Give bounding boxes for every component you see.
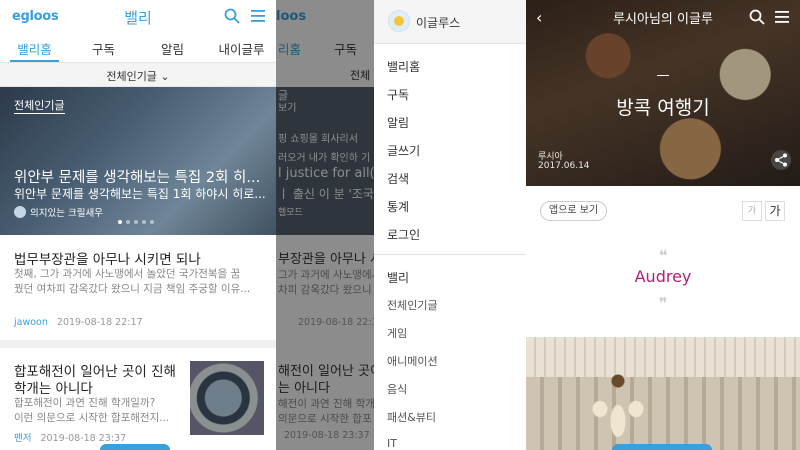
post-excerpt: 합포해전이 과연 진해 학개일까?: [14, 397, 156, 409]
quote-open-icon: ❝: [658, 246, 668, 265]
post-excerpt: 이런 의문으로 시작한 합포해전지...: [14, 412, 170, 424]
post-date: 2017.06.14: [538, 161, 590, 171]
post-photo[interactable]: [526, 337, 800, 450]
hero-subtitle[interactable]: 위안부 문제를 생각해보는 특집 1회 하야시 히로...: [14, 185, 266, 202]
post-excerpt: 꿨던 여차피 감옥갔다 왔으니 지금 책임 주궁할 이유...: [14, 283, 251, 295]
menu-icon[interactable]: [250, 8, 266, 24]
hero-category-tag: 전체인기글: [14, 99, 65, 114]
post-meta: 팬저 2019-08-18 23:37: [14, 430, 126, 444]
menu-icon[interactable]: [774, 9, 790, 25]
search-icon[interactable]: [224, 8, 240, 24]
main-tabs: 밸리홈 구독 알림 내이글루: [0, 36, 276, 62]
menu-item-search[interactable]: 검색: [387, 170, 409, 187]
post-author[interactable]: 팬저: [14, 433, 31, 444]
share-icon[interactable]: [771, 150, 791, 170]
menu-item-animation[interactable]: 애니메이션: [387, 353, 438, 369]
carousel-dot[interactable]: [126, 220, 130, 224]
menu-section-valley[interactable]: 밸리: [387, 269, 409, 286]
divider: [0, 340, 276, 348]
tab-my-egloo[interactable]: 내이글루: [207, 36, 276, 62]
hero-author-name: 의지있는 크릴새우: [30, 208, 103, 219]
blog-top-bar: ‹ 루시아님의 이글루: [526, 8, 800, 27]
list-item[interactable]: 합포해전이 일어난 곳이 진해 학개는 아니다 합포해전이 과연 진해 학개일까…: [0, 348, 276, 450]
tab-subscribe[interactable]: 구독: [69, 36, 138, 62]
search-icon[interactable]: [749, 9, 765, 25]
post-title[interactable]: 학개는 아니다: [14, 377, 93, 397]
menu-item-notifications[interactable]: 알림: [387, 114, 409, 131]
valley-home-screen: egloos 밸리 밸리홈 구독 알림 내이글루 전체인기글 ⌄ 전체인기글 위…: [0, 0, 276, 450]
tab-valley-home[interactable]: 밸리홈: [0, 36, 69, 62]
post-highlight-text: Audrey: [634, 267, 692, 286]
category-filter-dropdown[interactable]: 전체인기글 ⌄: [0, 62, 276, 87]
carousel-dot[interactable]: [142, 220, 146, 224]
overlay[interactable]: [276, 0, 374, 450]
post-thumbnail[interactable]: [190, 361, 264, 435]
carousel-dot[interactable]: [134, 220, 138, 224]
avatar: [14, 206, 26, 218]
menu-item-popular[interactable]: 전체인기글: [387, 297, 438, 313]
open-in-app-button[interactable]: 앱으로 보기: [540, 201, 608, 221]
chandelier-image: [588, 357, 648, 437]
post-date: 2019-08-18 22:17: [56, 317, 143, 328]
menu-item-write[interactable]: 글쓰기: [387, 142, 420, 159]
post-author[interactable]: jawoon: [14, 317, 48, 328]
quote-close-icon: ❞: [658, 294, 668, 313]
post-meta: jawoon 2019-08-18 22:17: [14, 317, 143, 328]
post-date: 2019-08-18 23:37: [40, 433, 127, 444]
top-bar: egloos 밸리: [0, 0, 276, 36]
font-size-small-button[interactable]: 가: [742, 201, 762, 221]
tab-notifications[interactable]: 알림: [138, 36, 207, 62]
drawer-header: 이글루스: [374, 0, 526, 44]
menu-item-login[interactable]: 로그인: [387, 226, 420, 243]
font-size-large-button[interactable]: 가: [765, 201, 785, 221]
carousel-dot[interactable]: [150, 220, 154, 224]
post-excerpt: 첫째, 그가 과거에 사노맹에서 놀았던 국가전복을 꿈: [14, 268, 241, 280]
floating-button[interactable]: [100, 444, 170, 450]
menu-item-food[interactable]: 음식: [387, 381, 407, 397]
user-name[interactable]: 이글루스: [416, 14, 460, 31]
carousel-dot[interactable]: [118, 220, 122, 224]
featured-carousel[interactable]: 전체인기글 위안부 문제를 생각해보는 특집 2회 히... 위안부 문제를 생…: [0, 87, 276, 235]
hero-author: 의지있는 크릴새우: [14, 205, 103, 219]
list-item[interactable]: 법무부장관을 아무나 시키면 되나 첫째, 그가 과거에 사노맹에서 놀았던 국…: [0, 235, 276, 340]
avatar[interactable]: [388, 10, 410, 32]
floating-button[interactable]: [612, 444, 712, 450]
hero-title[interactable]: 위안부 문제를 생각해보는 특집 2회 히...: [14, 166, 260, 187]
blog-post-screen: ‹ 루시아님의 이글루 방콕 여행기 루시아 2017.06.14 앱으로 보기…: [526, 0, 800, 450]
side-drawer-menu: 이글루스 밸리홈 구독 알림 글쓰기 검색 통계 로그인 밸리 전체인기글 게임…: [374, 0, 526, 450]
carousel-indicator: [118, 220, 154, 224]
post-title[interactable]: 법무부장관을 아무나 시키면 되나: [14, 248, 201, 268]
menu-item-fashion-beauty[interactable]: 패션&뷰티: [387, 409, 436, 425]
menu-item-stats[interactable]: 통계: [387, 198, 409, 215]
dimmed-background-page[interactable]: loos 리홈 구독 전체 글 보기 핑 쇼핑몰 회사리서 러오거 내가 확인하…: [276, 0, 374, 450]
menu-item-it[interactable]: IT: [387, 437, 397, 450]
divider: [657, 75, 669, 76]
post-title: 방콕 여행기: [616, 97, 710, 119]
menu-item-valley-home[interactable]: 밸리홈: [387, 58, 420, 75]
menu-item-subscribe[interactable]: 구독: [387, 86, 409, 103]
menu-item-game[interactable]: 게임: [387, 325, 407, 341]
divider: [374, 254, 526, 255]
